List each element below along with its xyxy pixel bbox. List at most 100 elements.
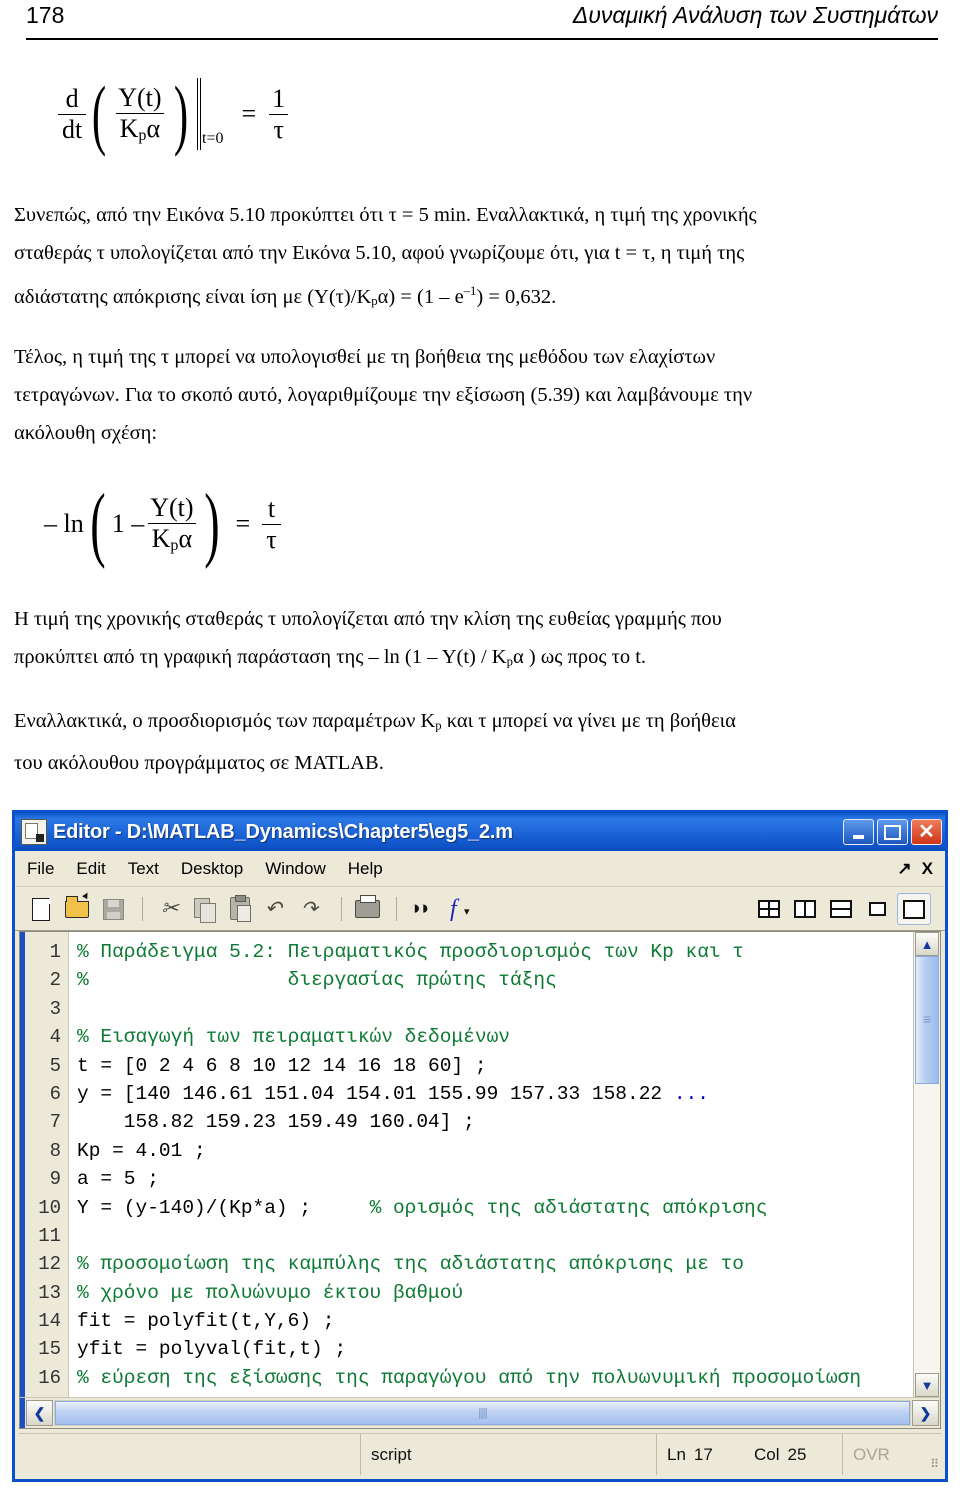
scroll-up-button[interactable]: ▲ [915,932,939,956]
window-controls: ✕ [843,819,942,845]
vertical-scrollbar[interactable]: ▲ ▼ [913,932,940,1397]
status-line-indicator: Ln 17 [656,1434,744,1475]
line-number: 5 [49,1054,61,1077]
vertical-scroll-track[interactable] [914,956,940,1373]
menu-file[interactable]: File [27,859,54,879]
redo-icon[interactable]: ↷ [296,894,328,924]
code-segment: % εύρεση της εξίσωσης της παραγώγου από … [77,1366,862,1389]
function-browser-icon[interactable]: f [442,894,474,924]
line-number: 15 [38,1338,61,1361]
code-editor-text[interactable]: % Παράδειγμα 5.2: Πειραματικός προσδιορι… [69,932,913,1397]
code-segment: yfit = polyval(fit,t) ; [77,1338,347,1361]
status-col-value: 25 [787,1444,807,1464]
line-number: 7 [49,1111,61,1134]
code-line: % προσομοίωση της καμπύλης της αδιάστατη… [77,1250,913,1278]
vertical-scroll-thumb[interactable] [915,956,939,1084]
toolbar-separator [341,896,342,921]
menu-edit[interactable]: Edit [76,859,105,879]
cut-icon[interactable]: ✂ [152,894,184,924]
code-segment: % ορισμός της αδιάστατης απόκρισης [369,1196,768,1219]
close-icon: ✕ [918,821,935,843]
tile-horizontal-icon[interactable] [825,894,857,924]
right-paren: ) [203,477,220,570]
paragraph-3: Η τιμή της χρονικής σταθεράς τ υπολογίζε… [14,600,944,680]
window-title-bar[interactable]: Editor - D:\MATLAB_Dynamics\Chapter5\eg5… [15,813,945,851]
copy-icon[interactable] [188,894,220,924]
line-number: 4 [49,1026,61,1049]
status-empty-region [19,1434,360,1475]
minimize-button[interactable] [843,819,874,845]
tile-four-icon[interactable] [753,894,785,924]
code-segment: y = [140 146.61 151.04 154.01 155.99 157… [77,1082,674,1105]
scroll-down-button[interactable]: ▼ [915,1373,939,1397]
code-line: % χρόνο με πολυώνυμο έκτου βαθμού [77,1279,913,1307]
code-line: % Παράδειγμα 5.2: Πειραματικός προσδιορι… [77,938,913,966]
horizontal-scroll-thumb[interactable] [55,1401,910,1425]
code-line: % διεργασίας πρώτης τάξης [77,966,913,994]
eq2-rhs-num: t [267,493,276,523]
close-button[interactable]: ✕ [911,819,942,845]
code-segment: % χρόνο με πολυώνυμο έκτου βαθμού [77,1281,464,1304]
editor-document-icon [21,819,47,845]
code-line: % Εισαγωγή των πειραματικών δεδομένων [77,1023,913,1051]
line-number: 9 [49,1168,61,1191]
line-number: 14 [38,1310,61,1333]
paragraph-2-line-2: τετραγώνων. Για το σκοπό αυτό, λογαριθμί… [14,384,753,406]
paragraph-3-line-2: προκύπτει από τη γραφική παράσταση της –… [14,646,647,669]
horizontal-scrollbar[interactable]: ❮ ❯ [20,1397,940,1428]
eq1-rhs-den: τ [269,113,288,145]
paragraph-2: Τέλος, η τιμή της τ μπορεί να υπολογισθε… [14,338,944,452]
code-segment: fit = polyfit(t,Y,6) ; [77,1310,335,1333]
code-segment: ... [673,1082,709,1105]
resize-grip-icon[interactable]: ⠿ [916,1434,941,1475]
scroll-left-button[interactable]: ❮ [26,1400,53,1426]
panel-close-icon[interactable]: X [922,859,933,879]
menu-window[interactable]: Window [265,859,325,879]
horizontal-scroll-track[interactable] [54,1400,911,1426]
code-line: a = 5 ; [77,1165,913,1193]
code-line: % εύρεση της εξίσωσης της παραγώγου από … [77,1364,913,1392]
toolbar: ✂ ↶ ↷ ◑◑ f [15,887,945,931]
undock-arrow-icon[interactable]: ↗ [897,859,911,879]
tile-vertical-icon[interactable] [789,894,821,924]
evaluation-bar-1 [196,78,198,150]
eq2-denominator: Kpα [147,523,197,555]
menu-help[interactable]: Help [348,859,383,879]
code-line: y = [140 146.61 151.04 154.01 155.99 157… [77,1080,913,1108]
save-icon[interactable] [97,894,129,924]
code-segment: a = 5 ; [77,1168,159,1191]
code-segment: % προσομοίωση της καμπύλης της αδιάστατη… [77,1253,745,1276]
status-col-label: Col [754,1444,780,1464]
find-icon[interactable]: ◑◑ [406,894,438,924]
paragraph-1-line-2: σταθεράς τ υπολογίζεται από την Εικόνα 5… [14,242,745,264]
new-file-icon[interactable] [25,894,57,924]
line-number: 12 [38,1253,61,1276]
maximize-button[interactable] [877,819,908,845]
eq1-dt: dt [58,113,87,145]
toolbar-separator [142,896,143,921]
paragraph-2-line-1: Τέλος, η τιμή της τ μπορεί να υπολογισθε… [14,346,716,368]
cascade-icon[interactable] [861,894,893,924]
scroll-right-button[interactable]: ❯ [912,1400,939,1426]
status-line-label: Ln [667,1444,686,1464]
paragraph-4-line-2: του ακόλουθου προγράμματος σε MATLAB. [14,752,384,775]
print-icon[interactable] [351,894,383,924]
single-pane-icon[interactable] [897,892,931,925]
code-segment: % διεργασίας πρώτης τάξης [77,969,557,992]
paste-icon[interactable] [224,894,256,924]
menu-desktop[interactable]: Desktop [181,859,243,879]
paragraph-1-line-3: αδιάστατης απόκρισης είναι ίση με (Υ(τ)/… [14,284,557,309]
status-overwrite-indicator[interactable]: OVR [842,1434,916,1475]
code-segment: 158.82 159.23 159.49 160.04] ; [77,1111,475,1134]
code-line: fit = polyfit(t,Y,6) ; [77,1307,913,1335]
window-title: Editor - D:\MATLAB_Dynamics\Chapter5\eg5… [53,820,513,843]
eq2-numerator: Y(t) [150,493,194,523]
menu-text[interactable]: Text [128,859,159,879]
page-header: 178 Δυναμική Ανάλυση των Συστημάτων [26,2,938,40]
paragraph-1: Συνεπώς, από την Εικόνα 5.10 προκύπτει ό… [14,196,944,320]
code-segment: der = polyder(fit) ; [77,1395,311,1397]
paragraph-3-line-1: Η τιμή της χρονικής σταθεράς τ υπολογίζε… [14,608,722,630]
code-segment: % Παράδειγμα 5.2: Πειραματικός προσδιορι… [77,941,745,963]
open-file-icon[interactable] [61,894,93,924]
undo-icon[interactable]: ↶ [260,894,292,924]
